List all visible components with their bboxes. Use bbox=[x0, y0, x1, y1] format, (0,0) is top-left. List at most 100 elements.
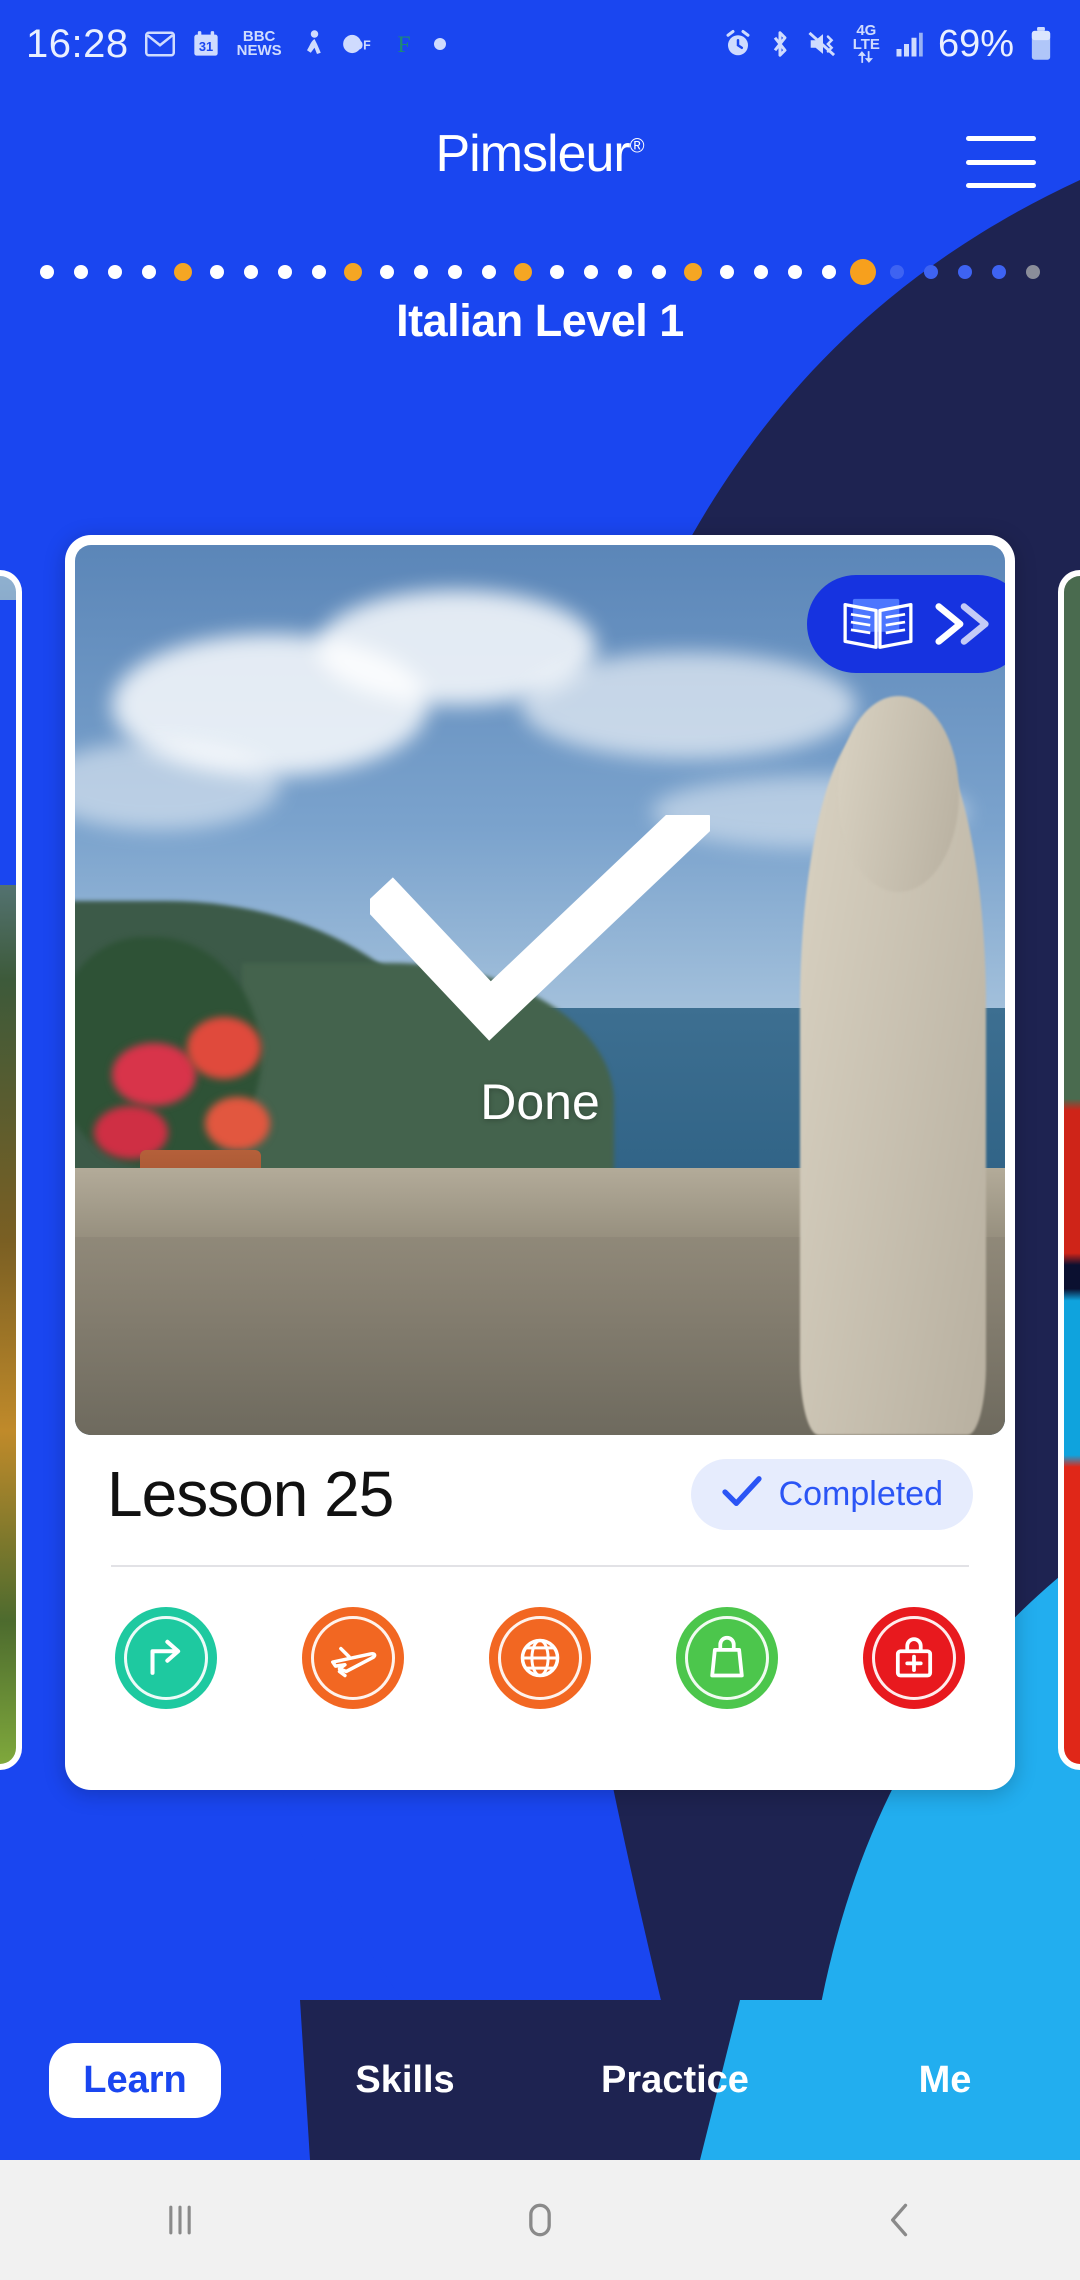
signal-bars-icon bbox=[894, 29, 924, 59]
tab-label: Learn bbox=[49, 2042, 221, 2118]
status-bar: 16:28 31 BBC NEWS DF F 4G LTE 69% bbox=[0, 0, 1080, 88]
done-label: Done bbox=[480, 1074, 600, 1130]
status-badge[interactable]: Completed bbox=[690, 1458, 973, 1530]
calendar-31-icon: 31 bbox=[192, 30, 220, 58]
recents-icon[interactable] bbox=[0, 2198, 360, 2242]
dot-notification-icon bbox=[432, 36, 448, 52]
progress-dot[interactable] bbox=[992, 265, 1006, 279]
flight-icon[interactable] bbox=[302, 1607, 404, 1709]
next-lesson-card[interactable] bbox=[1058, 570, 1080, 1770]
arrow-turn-right-icon bbox=[150, 1639, 181, 1675]
progress-dot[interactable] bbox=[174, 263, 192, 281]
mobile-data-icon: 4G LTE bbox=[853, 23, 880, 65]
svg-text:31: 31 bbox=[198, 39, 212, 54]
home-icon[interactable] bbox=[360, 2198, 720, 2242]
svg-text:DF: DF bbox=[354, 39, 371, 53]
progress-dot[interactable] bbox=[514, 263, 532, 281]
progress-dot[interactable] bbox=[822, 265, 836, 279]
lesson-photo: Done bbox=[75, 545, 1005, 1435]
status-clock: 16:28 bbox=[26, 21, 129, 66]
mute-vibrate-icon bbox=[807, 30, 839, 58]
shopping-bag-icon bbox=[710, 1635, 744, 1678]
airplane-icon bbox=[331, 1646, 377, 1678]
reading-lesson-button[interactable] bbox=[807, 575, 1005, 673]
system-icons: 4G LTE 69% bbox=[723, 23, 1054, 66]
tab-me[interactable]: Me bbox=[810, 2059, 1080, 2102]
lesson-done-overlay: Done bbox=[75, 815, 1005, 1131]
first-aid-kit-icon bbox=[895, 1637, 933, 1678]
lesson-carousel[interactable]: › bbox=[0, 535, 1080, 1815]
progress-dot[interactable] bbox=[890, 265, 904, 279]
gmail-icon bbox=[144, 31, 175, 57]
zdf-icon: DF bbox=[342, 32, 376, 56]
progress-dot[interactable] bbox=[1026, 265, 1040, 279]
progress-dot[interactable] bbox=[108, 265, 122, 279]
progress-dot[interactable] bbox=[414, 265, 428, 279]
brand-name: Pimsleur bbox=[435, 125, 630, 183]
registered-mark: ® bbox=[629, 135, 645, 158]
flipboard-icon: F bbox=[393, 31, 415, 57]
progress-dot[interactable] bbox=[584, 265, 598, 279]
progress-dot[interactable] bbox=[788, 265, 802, 279]
progress-dot[interactable] bbox=[40, 265, 54, 279]
bbc-news-icon: BBC NEWS bbox=[236, 27, 282, 59]
activity-icons-row[interactable] bbox=[107, 1567, 973, 1709]
progress-dot[interactable] bbox=[344, 263, 362, 281]
tab-label: Me bbox=[918, 2058, 972, 2101]
progress-dot[interactable] bbox=[850, 259, 876, 285]
lesson-title: Lesson 25 bbox=[107, 1458, 394, 1530]
progress-dot[interactable] bbox=[74, 265, 88, 279]
progress-dot[interactable] bbox=[924, 265, 938, 279]
alarm-icon bbox=[723, 29, 753, 59]
check-icon bbox=[721, 1475, 763, 1514]
android-navigation-bar[interactable] bbox=[0, 2160, 1080, 2280]
progress-dot[interactable] bbox=[142, 265, 156, 279]
current-lesson-card[interactable]: Done Lesson 25 Completed bbox=[65, 535, 1015, 1790]
hamburger-menu-icon[interactable] bbox=[966, 136, 1036, 188]
bluetooth-icon bbox=[767, 29, 793, 59]
notification-icons: 31 BBC NEWS DF F bbox=[144, 27, 448, 59]
back-icon[interactable] bbox=[720, 2198, 1080, 2242]
lesson-card-body: Lesson 25 Completed bbox=[65, 1435, 1015, 1790]
progress-dot[interactable] bbox=[550, 265, 564, 279]
svg-text:F: F bbox=[397, 32, 410, 57]
progress-dot[interactable] bbox=[244, 265, 258, 279]
next-lesson-thumbnail bbox=[1064, 576, 1080, 1764]
quick-match-icon[interactable] bbox=[115, 1607, 217, 1709]
shopping-icon[interactable] bbox=[676, 1607, 778, 1709]
progress-dot[interactable] bbox=[958, 265, 972, 279]
tab-label: Practice bbox=[601, 2058, 749, 2101]
battery-icon bbox=[1028, 27, 1054, 61]
previous-lesson-thumbnail: › bbox=[0, 576, 16, 1764]
tab-label: Skills bbox=[355, 2058, 455, 2101]
runtastic-icon bbox=[299, 29, 325, 59]
culture-icon[interactable] bbox=[489, 1607, 591, 1709]
progress-dot[interactable] bbox=[754, 265, 768, 279]
open-book-icon bbox=[841, 595, 915, 653]
lesson-progress-dots[interactable] bbox=[0, 252, 1080, 292]
status-badge-label: Completed bbox=[778, 1474, 943, 1513]
level-title: Italian Level 1 bbox=[396, 295, 684, 346]
emergency-icon[interactable] bbox=[863, 1607, 965, 1709]
progress-dot[interactable] bbox=[278, 265, 292, 279]
progress-dot[interactable] bbox=[720, 265, 734, 279]
tab-list[interactable]: Learn Skills Practice Me bbox=[0, 2000, 1080, 2160]
double-chevron-right-icon bbox=[931, 598, 997, 650]
progress-dot[interactable] bbox=[618, 265, 632, 279]
battery-percent-label: 69% bbox=[937, 22, 1014, 65]
progress-dot[interactable] bbox=[448, 265, 462, 279]
progress-dot[interactable] bbox=[652, 265, 666, 279]
done-checkmark-icon bbox=[370, 815, 710, 1041]
app-logo: Pimsleur® bbox=[0, 124, 1080, 184]
tab-learn[interactable]: Learn bbox=[0, 2042, 270, 2118]
progress-dot[interactable] bbox=[312, 265, 326, 279]
progress-dot[interactable] bbox=[210, 265, 224, 279]
progress-dot[interactable] bbox=[684, 263, 702, 281]
progress-dot[interactable] bbox=[482, 265, 496, 279]
progress-dot[interactable] bbox=[380, 265, 394, 279]
globe-icon bbox=[520, 1638, 560, 1678]
tab-practice[interactable]: Practice bbox=[540, 2059, 810, 2102]
previous-lesson-card[interactable]: › bbox=[0, 570, 22, 1770]
tab-skills[interactable]: Skills bbox=[270, 2059, 540, 2102]
bottom-tab-bar[interactable]: Learn Skills Practice Me bbox=[0, 2000, 1080, 2160]
